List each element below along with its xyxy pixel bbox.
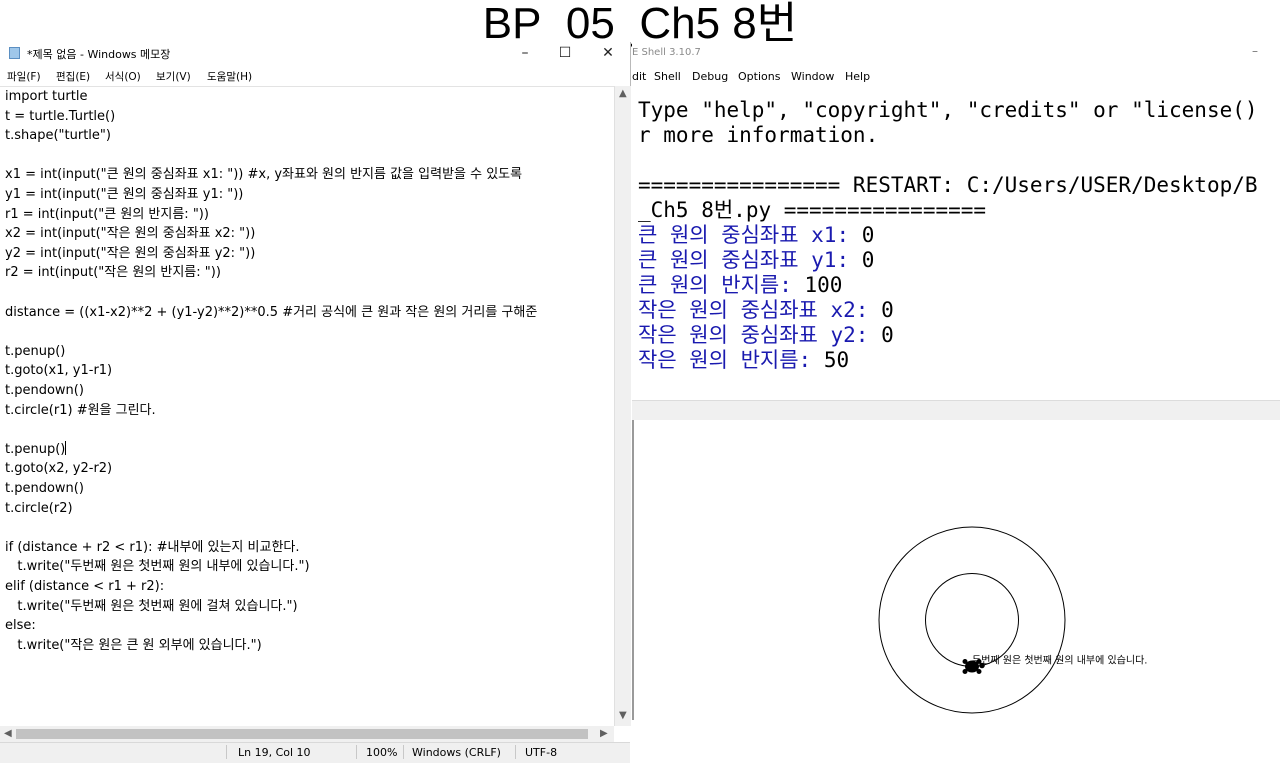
scroll-left-icon[interactable]: ◀: [4, 728, 12, 739]
shell-output-line: ================ RESTART: C:/Users/USER/…: [638, 173, 1258, 197]
shell-input-value: 50: [823, 348, 850, 372]
status-divider: [226, 745, 227, 759]
code-line: t.write("두번째 원은 첫번째 원에 걸쳐 있습니다."): [5, 598, 298, 614]
shell-output-line: _Ch5 8번.py ================: [638, 198, 987, 222]
shell-menu-help[interactable]: Help: [845, 70, 870, 83]
shell-output-line: Type "help", "copyright", "credits" or "…: [638, 98, 1258, 122]
code-line: t.pendown(): [5, 383, 84, 398]
shell-input-value: 0: [881, 298, 894, 322]
shell-input-prompt: 큰 원의 중심좌표 y1:: [638, 248, 862, 272]
menu-file[interactable]: 파일(F): [7, 69, 41, 84]
scroll-up-icon[interactable]: ▲: [619, 88, 627, 99]
shell-input-line: 작은 원의 중심좌표 y2: 0: [638, 323, 894, 348]
shell-menu-options[interactable]: Options: [738, 70, 780, 83]
idle-shell-window: E Shell 3.10.7 – dit Shell Debug Options…: [632, 42, 1280, 410]
menu-edit[interactable]: 편집(E): [56, 69, 90, 84]
code-line: t = turtle.Turtle(): [5, 108, 116, 124]
code-line: x1 = int(input("큰 원의 중심좌표 x1: ")) #x, y좌…: [5, 167, 523, 183]
shell-input-line: 큰 원의 반지름: 100: [638, 273, 842, 298]
code-line: r2 = int(input("작은 원의 반지름: ")): [5, 265, 221, 281]
menu-format[interactable]: 서식(O): [105, 69, 141, 84]
code-line: import turtle: [5, 89, 88, 104]
shell-input-value: 0: [861, 223, 875, 247]
shell-menu-shell[interactable]: Shell: [654, 70, 681, 83]
notepad-menubar: 파일(F) 편집(E) 서식(O) 보기(V) 도움말(H): [0, 66, 630, 86]
close-button[interactable]: ✕: [588, 42, 628, 64]
code-line: t.circle(r2): [5, 500, 73, 516]
shell-input-prompt: 작은 원의 중심좌표 x2:: [638, 298, 882, 322]
notepad-window: *제목 없음 - Windows 메모장 – ☐ ✕ 파일(F) 편집(E) 서…: [0, 42, 631, 763]
horizontal-scroll-thumb[interactable]: [16, 729, 588, 739]
notepad-titlebar[interactable]: *제목 없음 - Windows 메모장 – ☐ ✕: [0, 42, 630, 64]
turtle-message-text: 두번째 원은 첫번째 원의 내부에 있습니다.: [972, 655, 1147, 667]
turtle-drawing: 두번째 원은 첫번째 원의 내부에 있습니다.: [878, 526, 1147, 714]
scroll-right-icon[interactable]: ▶: [600, 728, 608, 739]
notepad-window-title: *제목 없음 - Windows 메모장: [27, 48, 171, 61]
notepad-horizontal-scrollbar[interactable]: ◀ ▶: [0, 726, 614, 742]
menu-view[interactable]: 보기(V): [156, 69, 191, 84]
shell-input-line: 작은 원의 중심좌표 x2: 0: [638, 298, 894, 323]
code-line: y1 = int(input("큰 원의 중심좌표 y1: ")): [5, 187, 244, 202]
code-line: t.write("두번째 원은 첫번째 원의 내부에 있습니다."): [5, 559, 310, 575]
shell-input-prompt: 작은 원의 중심좌표 y2:: [638, 323, 882, 347]
text-caret: [65, 440, 67, 455]
shell-menubar: dit Shell Debug Options Window Help: [632, 68, 1280, 86]
code-line: y2 = int(input("작은 원의 중심좌표 y2: ")): [5, 245, 256, 261]
code-line: x2 = int(input("작은 원의 중심좌표 x2: ")): [5, 226, 256, 242]
notepad-vertical-scrollbar[interactable]: ▲ ▼: [614, 86, 631, 726]
notepad-app-icon: [9, 47, 20, 59]
maximize-button[interactable]: ☐: [545, 42, 585, 64]
code-line: distance = ((x1-x2)**2 + (y1-y2)**2)**0.…: [5, 304, 538, 320]
shell-input-prompt: 큰 원의 반지름:: [638, 273, 805, 297]
shell-menu-edit[interactable]: dit: [632, 70, 646, 83]
code-line: t.penup(): [5, 440, 67, 457]
code-line: elif (distance < r1 + r2):: [5, 579, 165, 594]
shell-input-line: 작은 원의 반지름: 50: [638, 348, 849, 373]
shell-input-prompt: 큰 원의 중심좌표 x1:: [638, 223, 862, 247]
shell-input-value: 0: [881, 323, 894, 347]
shell-window-title: E Shell 3.10.7: [632, 47, 701, 58]
notepad-text-area[interactable]: import turtle t = turtle.Turtle() t.shape(…: [0, 86, 614, 727]
shell-output-area[interactable]: Type "help", "copyright", "credits" or "…: [632, 86, 1280, 410]
status-divider: [515, 745, 516, 759]
minimize-button[interactable]: –: [505, 42, 545, 64]
notepad-statusbar: Ln 19, Col 10 100% Windows (CRLF) UTF-8: [0, 742, 630, 763]
shell-menu-debug[interactable]: Debug: [692, 70, 728, 83]
code-line: t.shape("turtle"): [5, 128, 111, 144]
shell-menu-window[interactable]: Window: [791, 70, 834, 83]
status-line-ending: Windows (CRLF): [412, 746, 501, 759]
menu-help[interactable]: 도움말(H): [207, 69, 252, 84]
code-line: r1 = int(input("큰 원의 반지름: ")): [5, 206, 209, 222]
shell-input-value: 100: [804, 273, 843, 297]
shell-output-line: r more information.: [638, 123, 879, 147]
status-cursor-position: Ln 19, Col 10: [238, 746, 311, 759]
small-circle: [925, 573, 1019, 667]
shell-input-line: 큰 원의 중심좌표 x1: 0: [638, 223, 874, 248]
shell-horizontal-scrollbar[interactable]: [632, 400, 1280, 422]
code-line: t.write("작은 원은 큰 원 외부에 있습니다."): [5, 637, 262, 653]
code-line: t.penup(): [5, 343, 66, 359]
code-line: t.goto(x1, y1-r1): [5, 363, 113, 379]
shell-input-prompt: 작은 원의 반지름:: [638, 348, 824, 372]
status-zoom: 100%: [366, 746, 398, 759]
slide-title: BP_05_Ch5 8번: [482, 0, 798, 48]
status-encoding: UTF-8: [525, 746, 558, 759]
shell-input-value: 0: [861, 248, 875, 272]
turtle-graphics-canvas: 두번째 원은 첫번째 원의 내부에 있습니다.: [632, 420, 1280, 720]
status-divider: [356, 745, 357, 759]
code-line: t.pendown(): [5, 481, 84, 496]
code-line: if (distance + r2 < r1): #내부에 있는지 비교한다.: [5, 539, 300, 555]
shell-input-line: 큰 원의 중심좌표 y1: 0: [638, 248, 874, 273]
code-line: else:: [5, 618, 36, 634]
status-divider: [403, 745, 404, 759]
scroll-down-icon[interactable]: ▼: [619, 710, 627, 721]
code-line: t.circle(r1) #원을 그린다.: [5, 402, 156, 418]
shell-minimize-button[interactable]: –: [1252, 44, 1258, 58]
code-line: t.goto(x2, y2-r2): [5, 461, 113, 477]
big-circle: [878, 526, 1066, 714]
